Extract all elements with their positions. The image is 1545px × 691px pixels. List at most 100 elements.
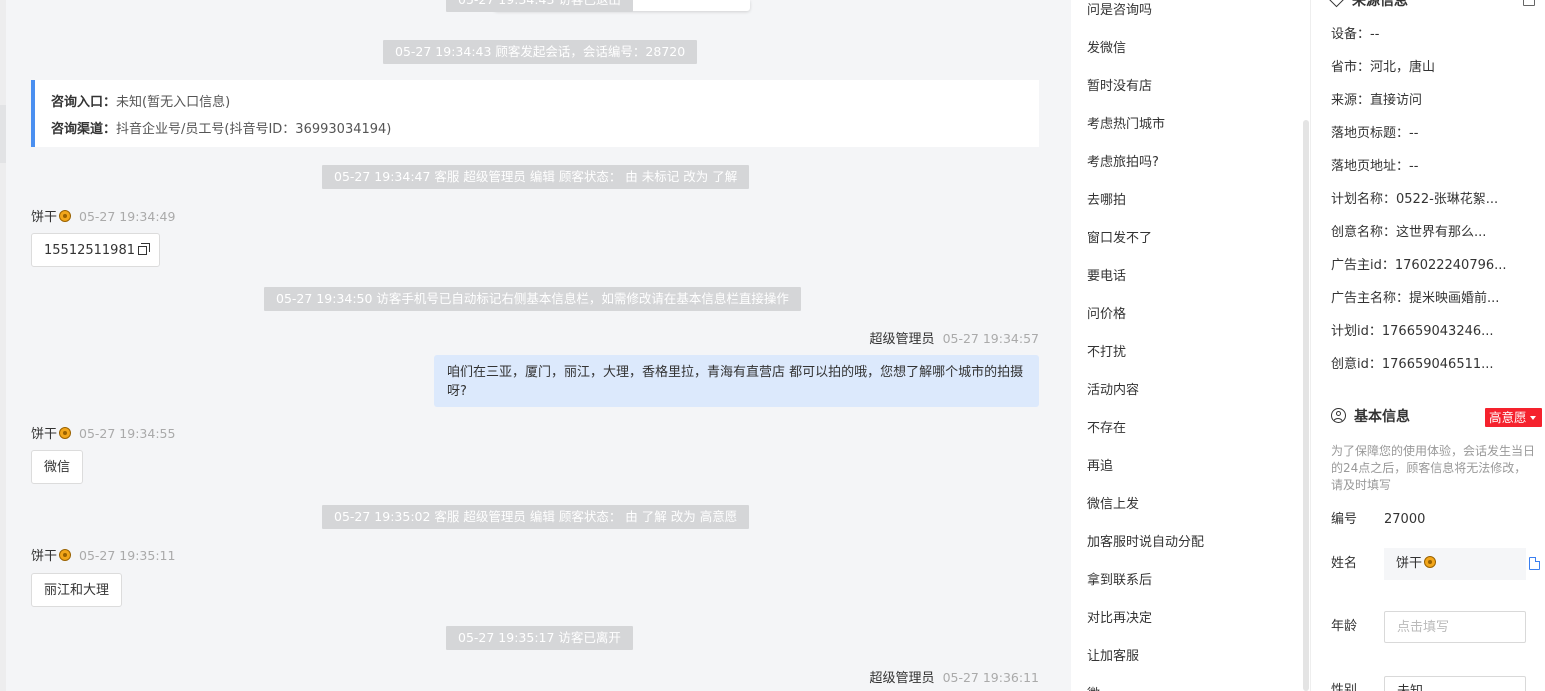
system-message: 05-27 19:34:43 顾客发起会话，会话编号：28720 [383, 40, 698, 64]
copy-document-icon[interactable] [1529, 557, 1540, 570]
source-label: 创意id： [1331, 357, 1382, 372]
quick-reply-item[interactable]: 问是咨询吗 [1087, 1, 1152, 21]
source-label: 落地页地址： [1331, 159, 1410, 174]
source-row-landing-url: 落地页地址：-- [1331, 158, 1418, 176]
source-row-city: 省市：河北，唐山 [1331, 59, 1435, 77]
quick-reply-item[interactable]: 考虑旅拍吗? [1087, 153, 1159, 173]
system-message: 05-27 19:35:02 客服 超级管理员 编辑 顾客状态： 由 了解 改为… [322, 505, 750, 529]
visitor-name: 饼干 [31, 549, 58, 564]
user-circle-icon [1331, 408, 1346, 423]
source-value: 直接访问 [1370, 93, 1423, 108]
quick-reply-item[interactable]: 不存在 [1087, 419, 1126, 439]
basic-info-header: 基本信息 [1331, 407, 1410, 427]
source-label: 来源： [1331, 93, 1371, 108]
visitor-message-bubble[interactable]: 15512511981 [31, 233, 160, 267]
agent-name: 超级管理员 [869, 332, 935, 347]
source-value: 176022240796... [1394, 258, 1507, 273]
system-message: 05-27 19:34:47 客服 超级管理员 编辑 顾客状态： 由 未标记 改… [322, 165, 750, 189]
quick-reply-item[interactable]: 窗口发不了 [1087, 229, 1152, 249]
quick-reply-item[interactable]: 活动内容 [1087, 381, 1139, 401]
quick-reply-item[interactable]: 不打扰 [1087, 343, 1126, 363]
message-time: 05-27 19:36:11 [942, 670, 1039, 685]
source-row-creative-name: 创意名称：这世界有那么... [1331, 224, 1486, 242]
customer-profile-panel: 来源信息 设备：-- 省市：河北，唐山 来源：直接访问 落地页标题：-- 落地页… [1310, 0, 1545, 691]
quick-reply-item[interactable]: 考虑热门城市 [1087, 115, 1165, 135]
source-label: 设备： [1331, 27, 1371, 42]
agent-meta: 超级管理员 05-27 19:34:57 [870, 330, 1039, 348]
quick-reply-item[interactable]: 加客服时说自动分配 [1087, 533, 1204, 553]
gender-select[interactable]: 未知 [1384, 676, 1526, 691]
source-info-header: 来源信息 [1328, 0, 1408, 9]
agent-name: 超级管理员 [869, 671, 935, 686]
visitor-message-bubble: 微信 [31, 450, 84, 484]
edit-notice: 为了保障您的使用体验，会话发生当日的24点之后，顾客信息将无法修改，请及时填写 [1331, 444, 1536, 492]
channel-label: 咨询渠道： [51, 122, 117, 137]
source-label: 创意名称： [1331, 225, 1397, 240]
source-row-creative-id: 创意id：176659046511... [1331, 356, 1494, 374]
intent-status-dropdown[interactable]: 高意愿 [1485, 408, 1542, 427]
quick-reply-item[interactable]: 去哪拍 [1087, 191, 1126, 211]
gender-label: 性别 [1331, 683, 1358, 691]
visitor-meta: 饼干 05-27 19:34:49 [31, 208, 175, 226]
collapse-handle[interactable] [0, 105, 6, 163]
visitor-meta: 饼干 05-27 19:35:11 [31, 547, 175, 565]
cookie-emoji-icon [59, 549, 72, 561]
source-value: 176659043246... [1381, 324, 1494, 339]
source-title: 来源信息 [1352, 0, 1408, 9]
source-label: 计划名称： [1331, 192, 1397, 207]
phone-number-text: 15512511981 [44, 243, 135, 258]
quick-reply-item[interactable]: 拿到联系后 [1087, 571, 1152, 591]
cookie-emoji-icon [59, 427, 72, 439]
quick-reply-item[interactable]: 再追 [1087, 457, 1113, 477]
quick-reply-item[interactable]: 让加客服 [1087, 647, 1139, 667]
quick-reply-item[interactable]: 发微信 [1087, 39, 1126, 59]
id-value: 27000 [1384, 512, 1426, 527]
entry-value: 未知(暂无入口信息) [116, 95, 231, 110]
message-time: 05-27 19:34:55 [79, 426, 176, 441]
system-message: 05-27 19:34:43 访客已退出 [446, 0, 633, 12]
source-label: 广告主名称： [1331, 291, 1410, 306]
message-time: 05-27 19:34:57 [942, 331, 1039, 346]
name-field[interactable]: 饼干 [1384, 548, 1526, 580]
message-time: 05-27 19:34:49 [79, 209, 176, 224]
visitor-message-bubble: 丽江和大理 [31, 573, 123, 607]
channel-value: 抖音企业号/员工号(抖音号ID：36993034194) [116, 122, 392, 137]
quick-reply-item[interactable]: 暂时没有店 [1087, 77, 1152, 97]
id-label: 编号 [1331, 512, 1358, 527]
source-row-advertiser-name: 广告主名称：提米映画婚前... [1331, 290, 1499, 308]
copy-icon[interactable] [137, 243, 150, 255]
source-row-advertiser-id: 广告主id：176022240796... [1331, 257, 1507, 275]
caret-down-icon [1529, 416, 1536, 420]
name-value: 饼干 [1396, 556, 1423, 571]
source-label: 落地页标题： [1331, 126, 1410, 141]
source-value: -- [1370, 27, 1380, 42]
source-value: -- [1409, 126, 1419, 141]
source-value: -- [1409, 159, 1419, 174]
gender-value: 未知 [1397, 684, 1423, 691]
cookie-emoji-icon [59, 210, 72, 222]
visitor-name: 饼干 [31, 210, 58, 225]
source-row-origin: 来源：直接访问 [1331, 92, 1422, 110]
quick-reply-scrollbar[interactable] [1303, 120, 1309, 691]
basic-info-title: 基本信息 [1354, 409, 1410, 425]
chat-panel[interactable]: 05-27 19:34:43 访客已退出 05-27 19:34:43 顾客发起… [0, 0, 1071, 691]
edit-icon[interactable] [1523, 0, 1535, 6]
system-message: 05-27 19:34:50 访客手机号已自动标记右侧基本信息栏，如需修改请在基… [264, 287, 801, 311]
quick-reply-item[interactable]: 问价格 [1087, 305, 1126, 325]
quick-reply-item[interactable]: 要电话 [1087, 267, 1126, 287]
quick-reply-item[interactable]: 对比再决定 [1087, 609, 1152, 629]
cookie-emoji-icon [1424, 556, 1437, 568]
source-value: 176659046511... [1381, 357, 1494, 372]
quick-reply-item[interactable]: 微信上发 [1087, 495, 1139, 515]
visitor-meta: 饼干 05-27 19:34:55 [31, 425, 175, 443]
source-value: 这世界有那么... [1396, 225, 1487, 240]
name-label: 姓名 [1331, 556, 1358, 571]
age-input[interactable] [1384, 611, 1526, 643]
source-value: 0522-张琳花絮... [1396, 192, 1499, 207]
source-label: 广告主id： [1331, 258, 1395, 273]
age-label: 年龄 [1331, 619, 1358, 634]
source-label: 省市： [1331, 60, 1371, 75]
quick-reply-list[interactable]: 问是咨询吗 发微信 暂时没有店 考虑热门城市 考虑旅拍吗? 去哪拍 窗口发不了 … [1071, 0, 1310, 691]
quick-reply-item[interactable]: 微 [1087, 685, 1100, 691]
message-time: 05-27 19:35:11 [79, 548, 176, 563]
